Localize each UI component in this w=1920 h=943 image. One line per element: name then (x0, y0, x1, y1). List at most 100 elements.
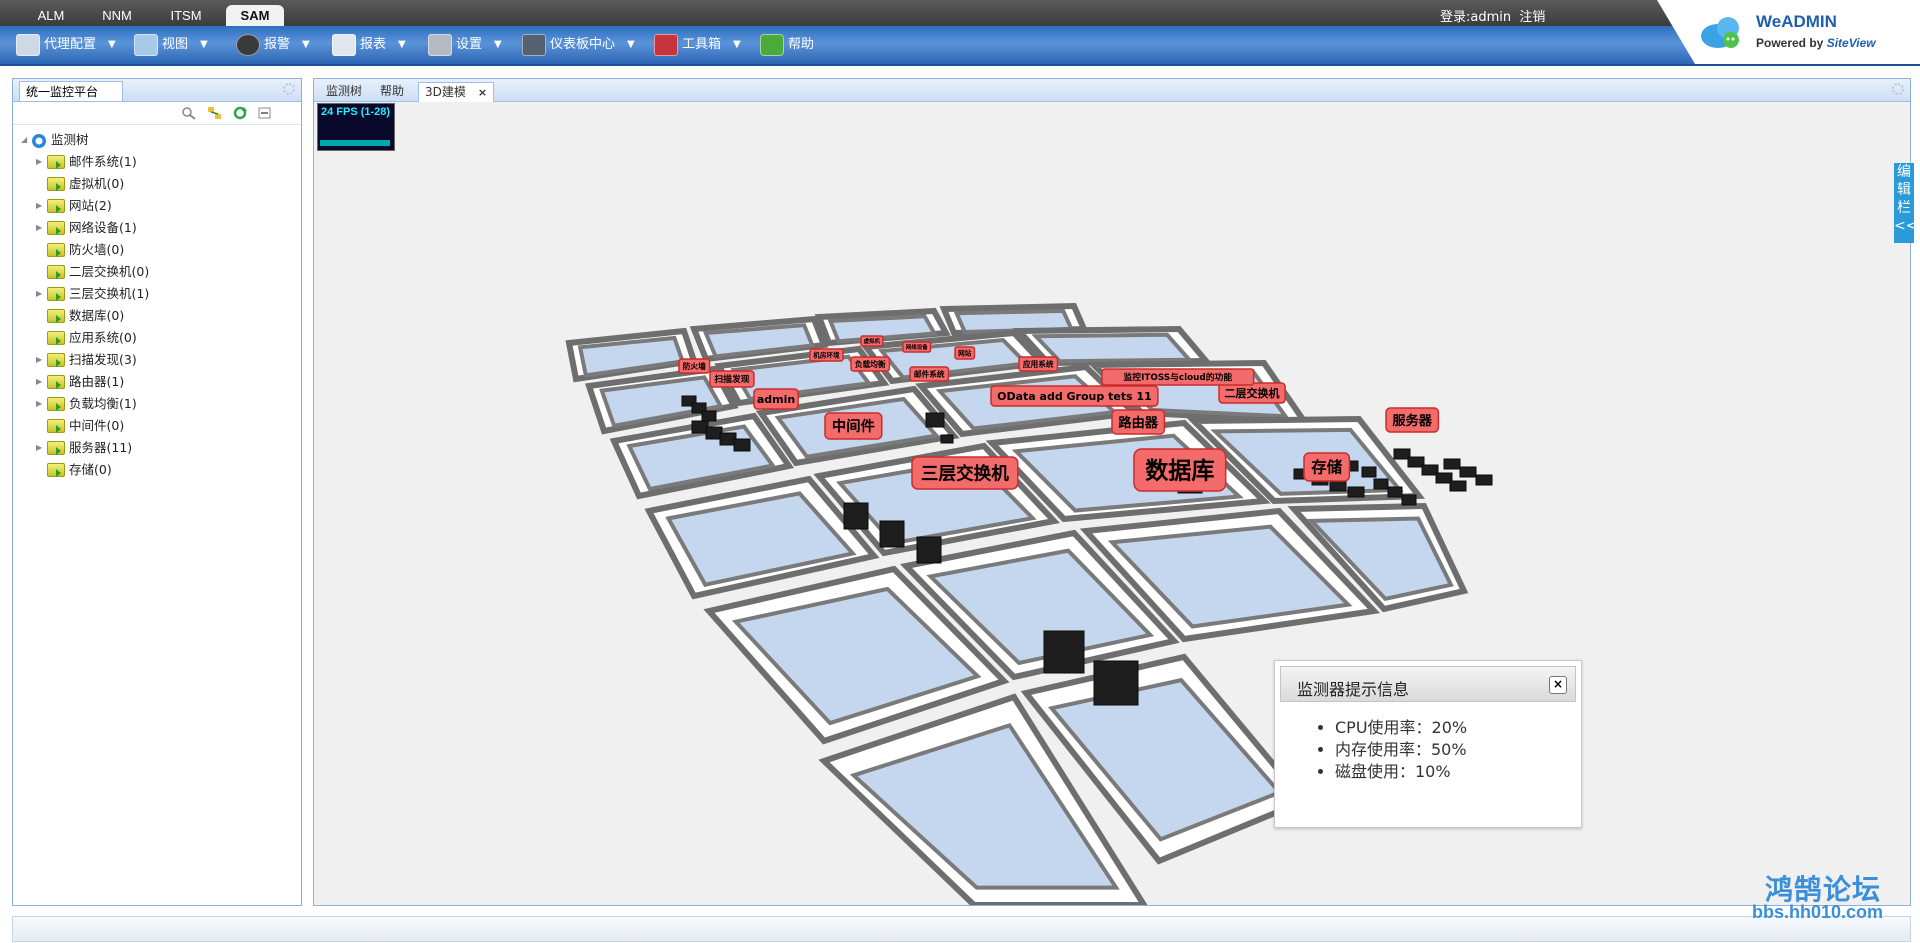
tab-monitor-tree[interactable]: 监测树 (326, 82, 362, 101)
folder-icon (47, 331, 65, 345)
tree-item[interactable]: ▶ 路由器(1) (13, 371, 301, 393)
tree-item[interactable]: 虚拟机(0) (13, 173, 301, 195)
scene-label[interactable]: 路由器 (1111, 409, 1166, 435)
panel-settings-icon[interactable] (1892, 83, 1904, 95)
scene-label[interactable]: 监控ITOSS与cloud的功能 (1101, 368, 1255, 386)
scene-label[interactable]: 中间件 (824, 412, 883, 440)
expand-arrow-icon[interactable]: ▶ (36, 283, 44, 305)
folder-icon (47, 265, 65, 279)
menu-agent-config[interactable]: 代理配置 ▼ (16, 30, 116, 60)
scene-label[interactable]: 邮件系统 (909, 366, 950, 382)
scene-label[interactable]: 应用系统 (1018, 356, 1059, 372)
server-model[interactable] (1449, 480, 1467, 492)
scene-label[interactable]: 负载均衡 (850, 356, 891, 372)
tree-item[interactable]: ▶ 服务器(11) (13, 437, 301, 459)
status-bar (12, 916, 1911, 942)
menu-alarm[interactable]: 报警 ▼ (236, 30, 310, 60)
tree-item[interactable]: ▶ 三层交换机(1) (13, 283, 301, 305)
tree-item[interactable]: 防火墙(0) (13, 239, 301, 261)
server-model[interactable] (1093, 660, 1139, 706)
scene-label[interactable]: 虚拟机 (860, 335, 884, 347)
menu-dashboard[interactable]: 仪表板中心 ▼ (522, 30, 635, 60)
tree-item[interactable]: 存储(0) (13, 459, 301, 481)
expand-arrow-icon[interactable]: ▶ (36, 217, 44, 239)
server-model[interactable] (1443, 458, 1461, 470)
menu-agent-config-label: 代理配置 (44, 37, 97, 52)
scene-label[interactable]: 防火墙 (678, 358, 711, 374)
server-model[interactable] (1329, 480, 1347, 492)
server-model[interactable] (1459, 466, 1477, 478)
scene-label[interactable]: 三层交换机 (911, 456, 1019, 490)
expand-arrow-icon[interactable]: ▶ (36, 195, 44, 217)
expand-arrow-icon[interactable]: ◢ (21, 129, 29, 151)
chevron-down-icon: ▼ (398, 39, 406, 50)
app-tab-itsm[interactable]: ITSM (157, 5, 215, 26)
expand-arrow-icon[interactable]: ▶ (36, 393, 44, 415)
logout-link[interactable]: 注销 (1519, 10, 1545, 25)
close-icon[interactable]: × (1549, 676, 1567, 694)
edit-bar-toggle[interactable]: 编辑栏<< (1894, 163, 1917, 243)
menu-toolbox[interactable]: 工具箱 ▼ (654, 30, 741, 60)
server-model[interactable] (879, 520, 905, 548)
scene-label-text: 网络设备 (906, 343, 929, 351)
search-icon[interactable] (181, 106, 197, 120)
scene-label[interactable]: 网络设备 (902, 341, 932, 353)
scene-label[interactable]: OData add Group tets 11 (990, 385, 1159, 407)
scene-label-text: 负载均衡 (855, 359, 886, 369)
tree-item[interactable]: 应用系统(0) (13, 327, 301, 349)
scene-label[interactable]: 服务器 (1385, 407, 1440, 433)
tree-item[interactable]: 二层交换机(0) (13, 261, 301, 283)
expand-arrow-icon[interactable]: ▶ (36, 349, 44, 371)
tree-item[interactable]: ▶ 负载均衡(1) (13, 393, 301, 415)
server-model[interactable] (1373, 478, 1389, 490)
report-icon (332, 34, 356, 56)
server-model[interactable] (843, 502, 869, 530)
server-model[interactable] (940, 434, 954, 444)
server-model[interactable] (733, 438, 751, 452)
tree-item[interactable]: ▶ 网络设备(1) (13, 217, 301, 239)
scene-label[interactable]: 扫描发现 (709, 370, 755, 388)
app-tab-sam[interactable]: SAM (226, 5, 284, 26)
refresh-icon[interactable] (232, 106, 248, 120)
scene-label[interactable]: admin (753, 388, 799, 410)
scene-label[interactable]: 数据库 (1133, 448, 1227, 492)
tree-link-icon[interactable] (207, 106, 223, 120)
menu-report[interactable]: 报表 ▼ (332, 30, 406, 60)
close-tab-icon[interactable]: × (478, 86, 487, 99)
server-model[interactable] (1347, 486, 1365, 498)
app-tab-alm[interactable]: ALM (22, 5, 80, 26)
tree-item[interactable]: 数据库(0) (13, 305, 301, 327)
menu-view[interactable]: 视图 ▼ (134, 30, 208, 60)
tab-3d-model[interactable]: 3D建模 × (418, 82, 495, 102)
menu-help[interactable]: 帮助 (760, 30, 814, 60)
scene-label[interactable]: 二层交换机 (1218, 382, 1286, 404)
expand-arrow-icon[interactable]: ▶ (36, 437, 44, 459)
expand-arrow-icon[interactable]: ▶ (36, 371, 44, 393)
tree-item[interactable]: ▶ 邮件系统(1) (13, 151, 301, 173)
expand-arrow-icon[interactable]: ▶ (36, 151, 44, 173)
scene-label[interactable]: 存储 (1303, 452, 1351, 482)
alarm-icon (236, 34, 260, 56)
server-model[interactable] (701, 410, 717, 422)
tree-item[interactable]: ▶ 网站(2) (13, 195, 301, 217)
scene-label-text: 网站 (958, 348, 972, 357)
tree-item[interactable]: 中间件(0) (13, 415, 301, 437)
menu-settings[interactable]: 设置 ▼ (428, 30, 502, 60)
tab-help[interactable]: 帮助 (380, 82, 404, 101)
scene-label[interactable]: 机房环境 (809, 348, 844, 362)
scene-label[interactable]: 网站 (954, 346, 976, 360)
server-model[interactable] (1361, 466, 1377, 478)
tab-unified-monitor[interactable]: 统一监控平台 (19, 81, 123, 101)
server-model[interactable] (1387, 486, 1403, 498)
server-model[interactable] (1401, 494, 1417, 506)
server-model[interactable] (1043, 630, 1085, 674)
server-model[interactable] (916, 536, 942, 564)
panel-settings-icon[interactable] (283, 83, 295, 95)
3d-scene-canvas[interactable]: 数据库 三层交换机 存储 中间件 路由器 服务器 二层交换机 OData add Group … (314, 101, 1910, 905)
tree-item[interactable]: ▶ 扫描发现(3) (13, 349, 301, 371)
server-model[interactable] (1475, 474, 1493, 486)
server-model[interactable] (925, 412, 945, 428)
collapse-all-icon[interactable] (257, 106, 273, 120)
tree-root[interactable]: ◢ 监测树 (13, 129, 301, 151)
app-tab-nnm[interactable]: NNM (88, 5, 146, 26)
